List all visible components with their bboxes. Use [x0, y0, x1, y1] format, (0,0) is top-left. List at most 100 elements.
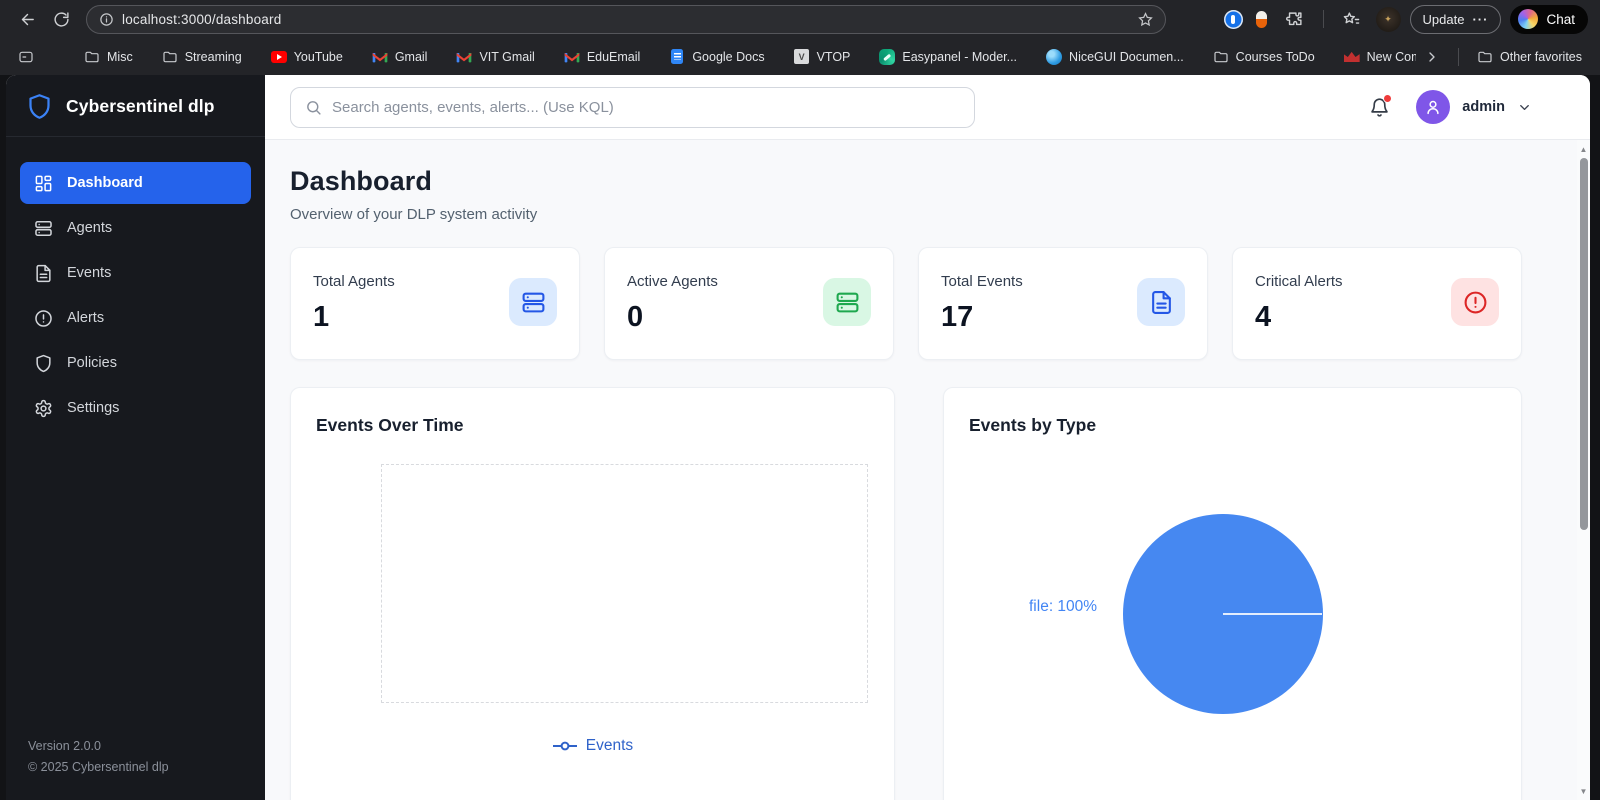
- bookmark-label: Courses ToDo: [1235, 49, 1315, 64]
- stat-card-critical-alerts: Critical Alerts 4: [1232, 247, 1522, 360]
- scroll-down-arrow[interactable]: ▼: [1577, 784, 1590, 798]
- layout-grid-icon: [35, 175, 52, 191]
- search-input[interactable]: [332, 98, 960, 116]
- bookmark-label: VIT Gmail: [479, 49, 535, 64]
- server-icon: [509, 278, 557, 326]
- file-text-icon: [1137, 278, 1185, 326]
- line-chart-plot-area: [381, 464, 868, 703]
- extensions-button[interactable]: [1280, 4, 1310, 34]
- events-over-time-card: Events Over Time Events: [290, 387, 895, 800]
- sidebar-item-label: Policies: [67, 355, 117, 371]
- stat-value: 4: [1255, 301, 1272, 333]
- favorite-star-icon[interactable]: [1138, 11, 1153, 27]
- browser-profile-avatar[interactable]: ✦: [1375, 6, 1401, 32]
- user-icon: [1427, 100, 1439, 115]
- toolbar-actions: ✦ Update ··· Chat: [1223, 4, 1588, 34]
- page-subtitle: Overview of your DLP system activity: [290, 206, 538, 223]
- favorites-hub-icon: [1343, 11, 1360, 24]
- address-bar[interactable]: localhost:3000/dashboard: [86, 4, 1166, 34]
- page-title: Dashboard: [290, 166, 432, 196]
- scroll-up-arrow[interactable]: ▲: [1577, 142, 1590, 156]
- bookmark-gmail[interactable]: Gmail: [364, 45, 436, 69]
- charts-row: Events Over Time Events Events by Type f…: [290, 387, 1522, 800]
- notifications-button[interactable]: [1369, 93, 1393, 118]
- easypanel-icon: [879, 48, 896, 65]
- alert-circle-icon: [35, 309, 52, 327]
- stats-row: Total Agents 1 Active Agents 0 Total Eve…: [290, 247, 1522, 360]
- bookmark-misc[interactable]: Misc: [76, 45, 141, 69]
- url-text[interactable]: localhost:3000/dashboard: [122, 12, 1130, 27]
- more-options-dots[interactable]: ···: [1472, 12, 1488, 27]
- dashboard-page: Cybersentinel dlp Dashboard Agents Event…: [6, 75, 1590, 800]
- chart-title: Events by Type: [969, 415, 1097, 435]
- bookmarks-overflow-button[interactable]: [1416, 45, 1448, 69]
- bookmark-youtube[interactable]: YouTube: [263, 45, 351, 69]
- content-scrollbar[interactable]: ▲ ▼: [1577, 140, 1590, 800]
- main-column: admin Dashboard Overview of your DLP sys…: [265, 75, 1590, 800]
- sidebar-item-agents[interactable]: Agents: [20, 207, 251, 249]
- new-component-icon: [1343, 49, 1360, 65]
- bookmark-vit-gmail[interactable]: VIT Gmail: [448, 45, 542, 69]
- bookmark-nicegui[interactable]: NiceGUI Documen...: [1038, 45, 1192, 69]
- search-box[interactable]: [290, 86, 975, 128]
- stat-label: Total Events: [941, 273, 1023, 290]
- sidebar-item-alerts[interactable]: Alerts: [20, 297, 251, 339]
- user-avatar[interactable]: [1416, 90, 1451, 124]
- sidebar-item-events[interactable]: Events: [20, 252, 251, 294]
- scrollbar-thumb[interactable]: [1579, 158, 1588, 530]
- bookmark-label: NiceGUI Documen...: [1069, 49, 1184, 64]
- chart-legend[interactable]: Events: [291, 737, 894, 755]
- chat-label: Chat: [1546, 11, 1575, 27]
- puzzle-icon: [1286, 11, 1302, 25]
- content-area: Dashboard Overview of your DLP system ac…: [265, 140, 1590, 800]
- stat-value: 0: [627, 301, 644, 333]
- refresh-button[interactable]: [46, 4, 76, 34]
- collections-button[interactable]: [1337, 4, 1367, 34]
- bookmark-label: Google Docs: [692, 49, 765, 64]
- sidebar-toggle-button[interactable]: [10, 45, 42, 69]
- app-sidebar: Cybersentinel dlp Dashboard Agents Event…: [6, 75, 265, 800]
- bookmark-streaming[interactable]: Streaming: [154, 45, 250, 69]
- sidebar-nav: Dashboard Agents Events Alerts Policies …: [6, 137, 265, 429]
- bookmark-new-component[interactable]: New Component:...: [1336, 45, 1416, 69]
- folder-icon: [1477, 49, 1493, 65]
- bookmark-easypanel[interactable]: Easypanel - Moder...: [871, 45, 1025, 69]
- bookmark-google-docs[interactable]: Google Docs: [661, 45, 772, 69]
- toolbar-divider: [1322, 10, 1324, 28]
- folder-icon: [162, 49, 178, 65]
- sidebar-item-policies[interactable]: Policies: [20, 342, 251, 384]
- copilot-chat-button[interactable]: Chat: [1510, 4, 1588, 34]
- sidebar-item-label: Agents: [67, 220, 113, 236]
- back-button[interactable]: [12, 4, 42, 34]
- legend-label: Events: [585, 737, 634, 754]
- brand-name: Cybersentinel dlp: [66, 96, 215, 116]
- password-manager-extension-icon[interactable]: [1223, 9, 1243, 29]
- chevron-right-icon: [1429, 51, 1435, 62]
- bookmark-vtop[interactable]: V VTOP: [786, 45, 859, 69]
- refresh-icon: [53, 11, 69, 27]
- sidebar-item-settings[interactable]: Settings: [20, 387, 251, 429]
- extension-icon[interactable]: [1252, 10, 1271, 29]
- site-info-icon[interactable]: [99, 12, 114, 27]
- shield-logo-icon: [29, 94, 50, 119]
- user-name[interactable]: admin: [1462, 99, 1505, 115]
- update-label: Update: [1422, 11, 1465, 27]
- stat-value: 1: [313, 301, 330, 333]
- shield-icon: [36, 354, 51, 372]
- sidebar-item-dashboard[interactable]: Dashboard: [20, 162, 251, 204]
- browser-sidebar-icon: [18, 49, 34, 65]
- update-button[interactable]: Update ···: [1409, 4, 1502, 34]
- bookmark-eduemail[interactable]: EduEmail: [556, 45, 649, 69]
- stat-card-active-agents: Active Agents 0: [604, 247, 894, 360]
- line-legend-marker-icon: [552, 741, 577, 751]
- chevron-down-icon: [1520, 104, 1529, 110]
- sidebar-footer: Version 2.0.0 © 2025 Cybersentinel dlp: [28, 736, 169, 779]
- user-menu-button[interactable]: [1517, 100, 1532, 115]
- bookmark-courses-todo[interactable]: Courses ToDo: [1205, 45, 1323, 69]
- bookmarks-divider: [1458, 47, 1460, 66]
- bookmark-label: Easypanel - Moder...: [902, 49, 1018, 64]
- app-header: admin: [265, 75, 1590, 140]
- other-favorites-button[interactable]: Other favorites: [1469, 45, 1590, 69]
- server-icon: [35, 220, 52, 236]
- bookmarks-bar: Misc Streaming YouTube Gmail VIT Gmail E…: [0, 38, 1600, 75]
